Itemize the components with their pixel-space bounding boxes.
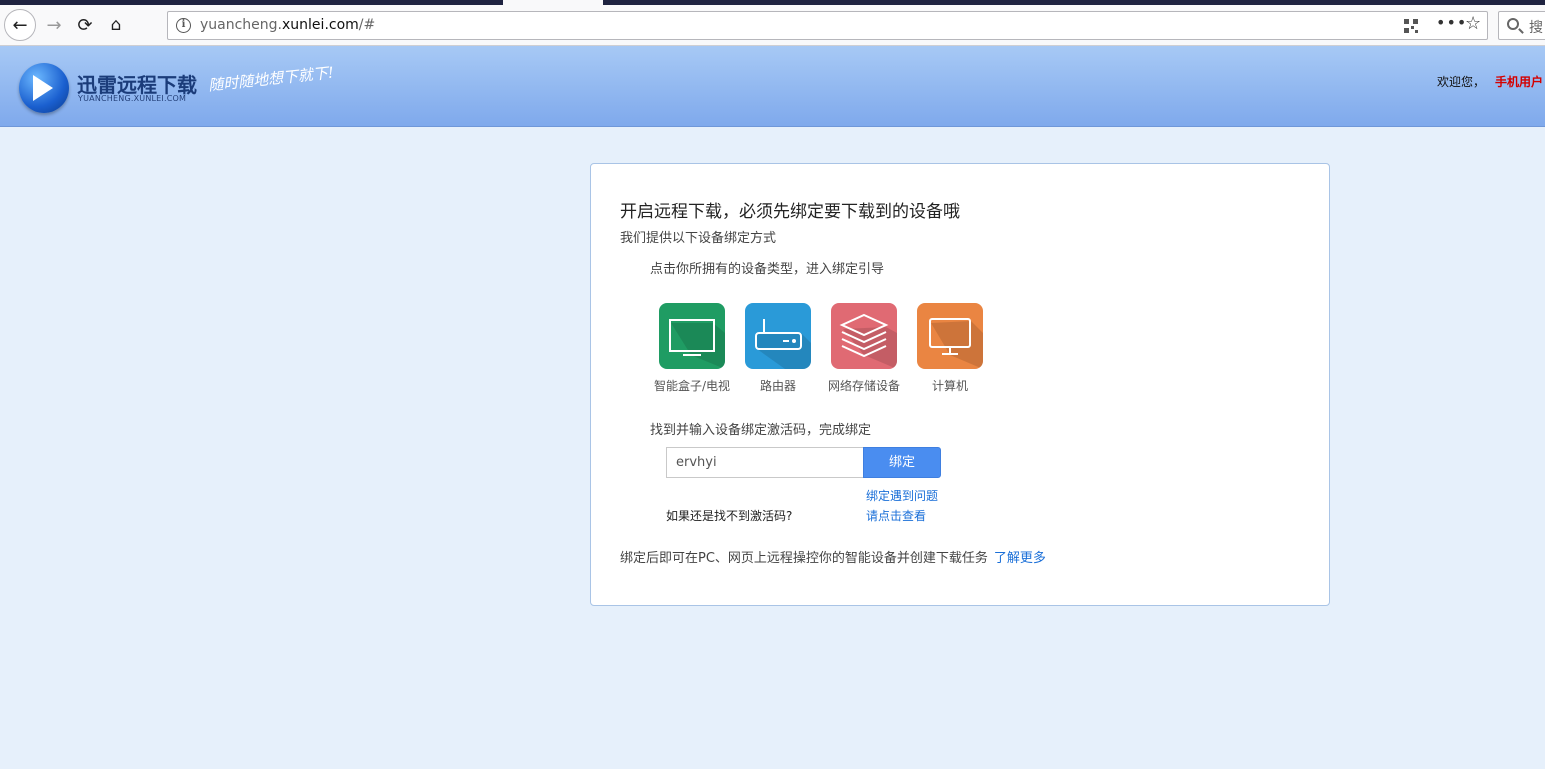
qr-code-icon[interactable] (1404, 19, 1418, 33)
device-router[interactable]: 路由器 (735, 303, 821, 394)
url-bar[interactable]: i yuancheng.xunlei.com/# ••• ☆ (167, 11, 1488, 40)
device-storage[interactable]: 网络存储设备 (821, 303, 907, 394)
search-input[interactable]: 搜 (1498, 11, 1545, 40)
footer-note: 绑定后即可在PC、网页上远程操控你的智能设备并创建下载任务 了解更多 (620, 551, 1046, 566)
card-subtitle: 我们提供以下设备绑定方式 (620, 231, 777, 246)
device-list: 智能盒子/电视 路由器 网络存储设备 计算机 (654, 303, 1021, 403)
computer-icon[interactable] (917, 303, 983, 369)
click-to-view-link[interactable]: 请点击查看 (866, 507, 926, 524)
welcome-text: 欢迎您， 手机用户 (1437, 75, 1544, 89)
device-label: 网络存储设备 (827, 379, 900, 393)
url-text[interactable]: yuancheng.xunlei.com/# (200, 17, 375, 33)
router-icon[interactable] (745, 303, 811, 369)
bind-button[interactable]: 绑定 (863, 447, 941, 478)
site-header: 迅雷远程下载 YUANCHENG.XUNLEI.COM 随时随地想下就下! 欢迎… (0, 46, 1545, 127)
device-label: 智能盒子/电视 (653, 379, 731, 393)
home-icon: ⌂ (110, 15, 122, 35)
reload-icon: ⟳ (77, 14, 93, 36)
arrow-left-icon: ← (12, 14, 28, 36)
card-title: 开启远程下载，必须先绑定要下载到的设备哦 (620, 202, 960, 222)
bookmark-star-icon[interactable]: ☆ (1465, 13, 1481, 34)
user-link[interactable]: 手机用户 (1495, 75, 1543, 89)
reload-button[interactable]: ⟳ (70, 10, 100, 40)
step2-text: 找到并输入设备绑定激活码，完成绑定 (650, 423, 872, 438)
device-label: 计算机 (931, 379, 968, 393)
slogan: 随时随地想下就下! (207, 63, 335, 95)
home-button[interactable]: ⌂ (101, 10, 131, 40)
device-computer[interactable]: 计算机 (907, 303, 993, 394)
back-button[interactable]: ← (4, 9, 36, 41)
bind-problem-link[interactable]: 绑定遇到问题 (866, 487, 938, 504)
step1-text: 点击你所拥有的设备类型，进入绑定引导 (650, 262, 885, 277)
bind-device-card: 开启远程下载，必须先绑定要下载到的设备哦 我们提供以下设备绑定方式 点击你所拥有… (590, 163, 1330, 606)
device-tv[interactable]: 智能盒子/电视 (649, 303, 735, 394)
storage-icon[interactable] (831, 303, 897, 369)
arrow-right-icon: → (46, 14, 62, 36)
activation-code-input[interactable] (666, 447, 864, 478)
tv-icon[interactable] (659, 303, 725, 369)
logo-subtitle: YUANCHENG.XUNLEI.COM (78, 94, 187, 103)
learn-more-link[interactable]: 了解更多 (994, 551, 1046, 566)
device-label: 路由器 (759, 379, 796, 393)
help-question: 如果还是找不到激活码? (666, 509, 793, 523)
browser-toolbar: ← → ⟳ ⌂ i yuancheng.xunlei.com/# ••• ☆ 搜 (0, 5, 1545, 46)
forward-button[interactable]: → (39, 10, 69, 40)
search-placeholder: 搜 (1529, 20, 1543, 36)
more-icon[interactable]: ••• (1436, 13, 1467, 32)
info-icon[interactable]: i (176, 18, 191, 33)
xunlei-logo-icon[interactable] (19, 63, 69, 113)
search-icon (1507, 18, 1519, 30)
